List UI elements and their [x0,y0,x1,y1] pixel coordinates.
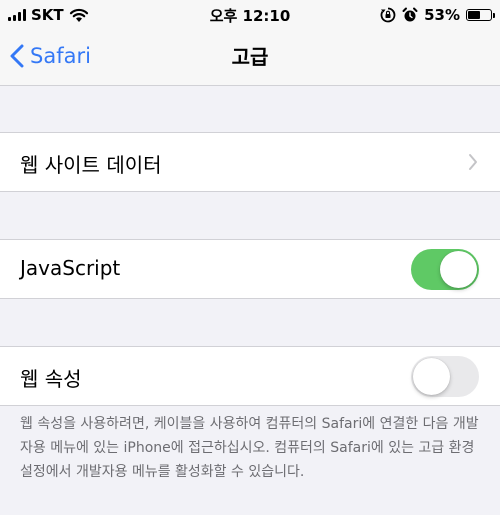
web-inspector-toggle[interactable] [411,356,479,397]
battery-icon [466,9,495,21]
alarm-icon [402,7,418,22]
navigation-bar: Safari 고급 [0,30,500,86]
status-right: 53% [380,6,495,24]
javascript-toggle[interactable] [411,249,479,290]
website-data-row[interactable]: 웹 사이트 데이터 [0,132,500,192]
toggle-knob [440,251,477,288]
chevron-right-icon [469,154,477,170]
status-bar: SKT 오후 12:10 53% [0,0,500,30]
battery-percent: 53% [424,6,460,24]
web-inspector-label: 웹 속성 [20,367,82,391]
website-data-label: 웹 사이트 데이터 [20,153,162,177]
battery-level [468,11,480,19]
page-title: 고급 [231,45,269,69]
orientation-lock-icon [380,7,396,23]
javascript-label: JavaScript [20,256,121,280]
toggle-knob [413,358,450,395]
javascript-row: JavaScript [0,239,500,299]
web-inspector-row: 웹 속성 [0,346,500,406]
web-inspector-description: 웹 속성을 사용하려면, 케이블을 사용하여 컴퓨터의 Safari에 연결한 … [20,416,479,480]
